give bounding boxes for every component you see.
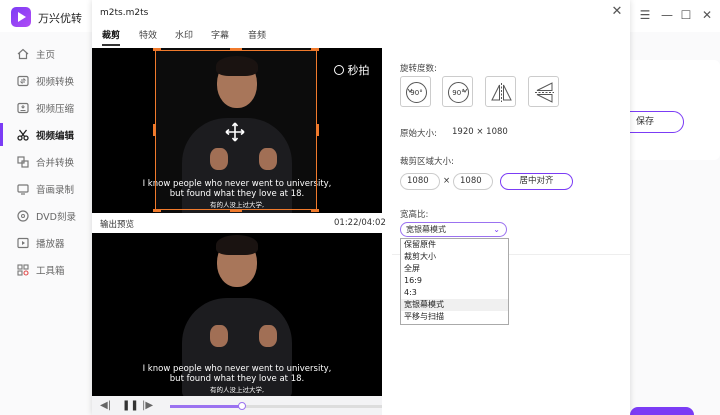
- home-icon: [17, 48, 29, 59]
- dropdown-option[interactable]: 保留原件: [401, 239, 508, 251]
- dvd-icon: [17, 209, 29, 222]
- video-edit-dialog: m2ts.m2ts ✕ 裁剪 特效 水印 字幕 音频 秒拍 I know peo…: [92, 0, 630, 415]
- close-icon[interactable]: ✕: [609, 4, 625, 20]
- sidebar-item-compress[interactable]: 视频压缩: [0, 94, 92, 121]
- sidebar-item-merge[interactable]: 合并转换: [0, 148, 92, 175]
- dropdown-option[interactable]: 全屏: [401, 263, 508, 275]
- sidebar-item-home[interactable]: 主页: [0, 40, 92, 67]
- progress-fill: [170, 405, 243, 408]
- rotate-clockwise-icon: 90°: [406, 82, 427, 103]
- aspect-ratio-label: 宽高比:: [400, 210, 429, 220]
- progress-knob[interactable]: [238, 402, 247, 410]
- sidebar-item-label: DVD刻录: [36, 211, 76, 223]
- app-title: 万兴优转: [38, 12, 82, 25]
- dialog-title: m2ts.m2ts: [100, 8, 149, 18]
- aspect-ratio-dropdown: 保留原件 裁剪大小 全屏 16:9 4:3 宽银幕模式 平移与扫描: [400, 238, 509, 325]
- svg-text:90°: 90°: [410, 89, 422, 97]
- sidebar-item-label: 视频转换: [36, 76, 75, 88]
- sidebar-item-label: 视频编辑: [36, 130, 75, 142]
- dropdown-option[interactable]: 裁剪大小: [401, 251, 508, 263]
- flip-vertical-button[interactable]: [528, 76, 559, 107]
- move-icon[interactable]: [225, 122, 245, 142]
- subtitle-line-1: I know people who never went to universi…: [142, 364, 332, 374]
- subtitle-chinese: 有的人没上过大学,: [209, 386, 265, 394]
- scissors-icon: [17, 129, 29, 141]
- crop-handle-top-left[interactable]: [153, 48, 161, 51]
- sidebar-item-label: 播放器: [36, 238, 65, 250]
- close-window-icon[interactable]: ✕: [698, 6, 716, 24]
- previous-frame-icon[interactable]: ◀|: [100, 400, 111, 411]
- progress-track[interactable]: [170, 402, 382, 410]
- dropdown-option[interactable]: 平移与扫描: [401, 311, 508, 323]
- aspect-ratio-select[interactable]: 宽银幕模式 ⌄: [400, 222, 507, 237]
- crop-height-input[interactable]: 1080: [453, 173, 493, 190]
- svg-text:90°: 90°: [452, 89, 464, 97]
- dropdown-option-selected[interactable]: 宽银幕模式: [401, 299, 508, 311]
- sidebar-item-label: 音画录制: [36, 184, 75, 196]
- tab-audio[interactable]: 音频: [248, 28, 266, 46]
- chevron-down-icon: ⌄: [493, 225, 500, 234]
- sidebar-item-record[interactable]: 音画录制: [0, 175, 92, 202]
- rotation-label: 旋转度数:: [400, 64, 437, 74]
- crop-video-preview[interactable]: 秒拍 I know people who never went to unive…: [92, 48, 382, 213]
- menu-icon[interactable]: ☰: [636, 6, 654, 24]
- aspect-ratio-selected: 宽银幕模式: [406, 225, 446, 234]
- background-action-button[interactable]: [630, 407, 694, 415]
- tab-watermark[interactable]: 水印: [175, 28, 193, 46]
- crop-handle-right[interactable]: [316, 124, 319, 136]
- sidebar-item-label: 视频压缩: [36, 103, 75, 115]
- sidebar-item-label: 主页: [36, 49, 56, 61]
- crop-handle-left[interactable]: [153, 124, 156, 136]
- edit-tabs: 裁剪 特效 水印 字幕 音频: [92, 28, 630, 46]
- next-frame-icon[interactable]: |▶: [142, 400, 153, 411]
- dropdown-option[interactable]: 16:9: [401, 275, 508, 287]
- rotate-counterclockwise-icon: 90°: [448, 82, 469, 103]
- original-size-label: 原始大小:: [400, 129, 437, 139]
- center-align-button[interactable]: 居中对齐: [500, 173, 573, 190]
- toolbox-icon: [17, 263, 29, 276]
- crop-handle-bottom-left[interactable]: [153, 209, 161, 212]
- watermark-label: 秒拍: [334, 62, 370, 78]
- merge-icon: [17, 155, 29, 168]
- output-preview-label: 输出预览: [100, 220, 135, 230]
- sidebar-item-label: 工具箱: [36, 265, 65, 277]
- player-icon: [17, 237, 29, 248]
- sidebar-item-toolbox[interactable]: 工具箱: [0, 256, 92, 283]
- crop-handle-bottom[interactable]: [230, 209, 242, 212]
- record-icon: [17, 183, 29, 195]
- rotate-cw-button[interactable]: 90°: [400, 76, 431, 107]
- pause-icon[interactable]: ❚❚: [122, 400, 139, 411]
- flip-vertical-icon: [535, 82, 554, 103]
- crop-handle-top-right[interactable]: [311, 48, 319, 51]
- sidebar-item-video-edit[interactable]: 视频编辑: [0, 121, 92, 148]
- output-video-preview: I know people who never went to universi…: [92, 233, 382, 396]
- minimize-icon[interactable]: —: [658, 6, 676, 24]
- crop-size-label: 裁剪区域大小:: [400, 157, 454, 167]
- crop-handle-bottom-right[interactable]: [311, 209, 319, 212]
- background-card: [625, 60, 720, 160]
- tab-effects[interactable]: 特效: [139, 28, 157, 46]
- sidebar: 主页 视频转换 视频压缩 视频编辑 合并转换 音画录制 DVD刻录 播放器 工具…: [0, 40, 92, 283]
- maximize-icon[interactable]: ☐: [677, 6, 695, 24]
- app-logo-icon: [11, 7, 31, 27]
- tab-crop[interactable]: 裁剪: [102, 28, 121, 46]
- original-size-value: 1920 × 1080: [452, 127, 508, 137]
- flip-horizontal-button[interactable]: [485, 76, 516, 107]
- crop-width-input[interactable]: 1080: [400, 173, 440, 190]
- timecode: 01:22/04:02: [334, 218, 386, 228]
- subtitle-line-2: but found what they love at 18.: [169, 374, 305, 384]
- convert-icon: [17, 75, 29, 86]
- sidebar-item-player[interactable]: 播放器: [0, 229, 92, 256]
- dropdown-option[interactable]: 4:3: [401, 287, 508, 299]
- compress-icon: [17, 102, 29, 113]
- crop-handle-top[interactable]: [230, 48, 242, 51]
- sidebar-item-label: 合并转换: [36, 157, 75, 169]
- flip-horizontal-icon: [491, 83, 512, 102]
- rotate-ccw-button[interactable]: 90°: [442, 76, 473, 107]
- tab-subtitle[interactable]: 字幕: [211, 28, 229, 46]
- sidebar-item-convert[interactable]: 视频转换: [0, 67, 92, 94]
- playback-bar: ◀| ❚❚ |▶: [92, 396, 382, 415]
- sidebar-item-dvd[interactable]: DVD刻录: [0, 202, 92, 229]
- crop-times-sign: ×: [443, 176, 451, 186]
